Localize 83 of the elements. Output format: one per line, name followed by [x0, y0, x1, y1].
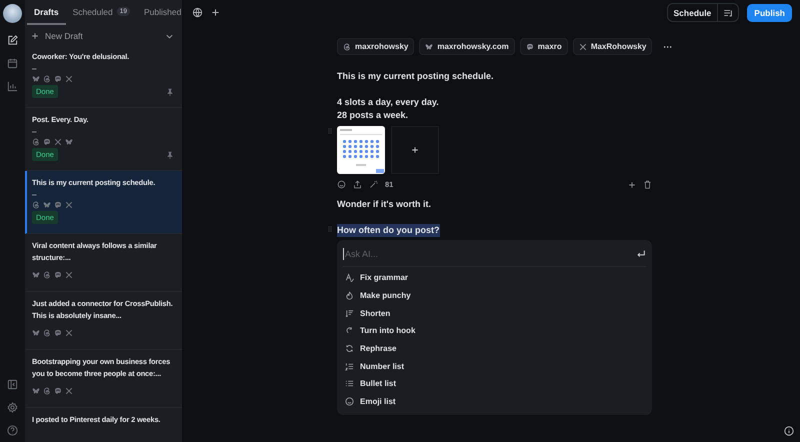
threads-icon — [43, 75, 51, 83]
info-icon[interactable] — [784, 426, 794, 436]
numbered-list-icon — [345, 362, 354, 371]
bullet-list-icon — [345, 379, 354, 388]
threads-icon — [32, 138, 40, 146]
post-text: This is my current posting schedule. — [337, 70, 495, 83]
account-chip[interactable]: maxrohowsky.com — [419, 38, 515, 55]
menu-item[interactable]: Emoji list — [343, 392, 646, 410]
bar-chart-icon[interactable] — [7, 81, 18, 92]
menu-item[interactable]: Fix grammar — [343, 269, 646, 287]
mastodon-icon — [54, 271, 62, 279]
calendar-icon[interactable] — [7, 58, 18, 69]
collapse-sidebar-icon[interactable] — [7, 379, 18, 390]
hook-icon — [345, 326, 354, 336]
butterfly-icon — [32, 271, 40, 279]
threads-icon — [43, 387, 51, 395]
upload-icon[interactable] — [353, 180, 362, 189]
butterfly-icon — [32, 329, 40, 337]
enter-icon[interactable] — [636, 249, 646, 259]
menu-item[interactable]: Make punchy — [343, 286, 646, 304]
threads-icon — [43, 271, 51, 279]
menu-item[interactable]: Bullet list — [343, 375, 646, 393]
account-chip[interactable]: maxrohowsky — [337, 38, 414, 55]
x-logo-icon — [578, 42, 587, 50]
queue-icon[interactable] — [723, 8, 734, 18]
shorten-icon — [345, 308, 354, 318]
menu-item[interactable]: Shorten — [343, 304, 646, 322]
pin-icon[interactable] — [166, 88, 174, 96]
mastodon-icon — [43, 138, 51, 146]
account-chip[interactable]: maxro — [520, 38, 568, 55]
tab[interactable]: Published — [136, 0, 182, 25]
draft-dash: – — [32, 191, 38, 199]
mastodon-icon — [526, 42, 534, 50]
menu-item[interactable]: Rephrase — [343, 340, 646, 358]
plus-icon — [411, 146, 419, 154]
x-logo-icon — [65, 75, 73, 83]
butterfly-icon — [65, 138, 73, 146]
help-icon[interactable] — [7, 425, 18, 436]
draft-dash: – — [32, 65, 38, 73]
x-logo-icon — [65, 271, 73, 279]
x-logo-icon — [65, 329, 73, 337]
post-text: Wonder if it's worth it. — [337, 198, 432, 211]
flame-icon — [345, 291, 354, 300]
menu-item[interactable]: Number list — [343, 357, 646, 376]
x-logo-icon — [65, 201, 73, 209]
new-draft-button[interactable]: New Draft — [31, 31, 83, 41]
tab[interactable]: Drafts — [27, 0, 66, 25]
post-text: 4 slots a day, every day. — [337, 96, 440, 109]
threads-icon — [43, 329, 51, 337]
menu-item[interactable]: Turn into hook — [343, 322, 646, 340]
edit-icon[interactable] — [7, 35, 18, 46]
plus-icon — [31, 32, 39, 40]
letter-a-icon — [345, 273, 354, 282]
refresh-icon — [345, 344, 354, 354]
x-logo-icon — [65, 387, 73, 395]
trash-icon[interactable] — [643, 180, 652, 189]
threads-icon — [32, 201, 40, 209]
x-logo-icon — [54, 138, 62, 146]
butterfly-icon — [32, 75, 40, 83]
mastodon-icon — [54, 75, 62, 83]
smiley-icon — [345, 397, 354, 406]
account-chip[interactable]: MaxRohowsky — [572, 38, 652, 55]
ask-ai-field[interactable]: Ask AI... — [343, 248, 636, 260]
add-icon[interactable] — [211, 8, 220, 17]
threads-icon — [343, 42, 351, 50]
more-button[interactable]: ··· — [657, 40, 678, 52]
add-icon[interactable] — [628, 180, 636, 188]
avatar[interactable] — [3, 4, 22, 23]
mastodon-icon — [54, 329, 62, 337]
mastodon-icon — [54, 201, 62, 209]
settings-icon[interactable] — [7, 402, 18, 413]
post-text: How often do you post? — [337, 224, 440, 237]
smiley-icon[interactable] — [337, 180, 346, 189]
butterfly-icon — [425, 42, 434, 50]
mastodon-icon — [54, 387, 62, 395]
post-text: 28 posts a week. — [337, 109, 410, 122]
globe-icon[interactable] — [192, 7, 203, 18]
butterfly-icon — [43, 201, 51, 209]
pin-icon[interactable] — [166, 150, 174, 158]
publish-button[interactable]: Publish — [747, 4, 792, 22]
magic-wand-icon[interactable] — [369, 180, 378, 189]
draft-dash: – — [32, 128, 38, 136]
butterfly-icon — [32, 387, 40, 395]
